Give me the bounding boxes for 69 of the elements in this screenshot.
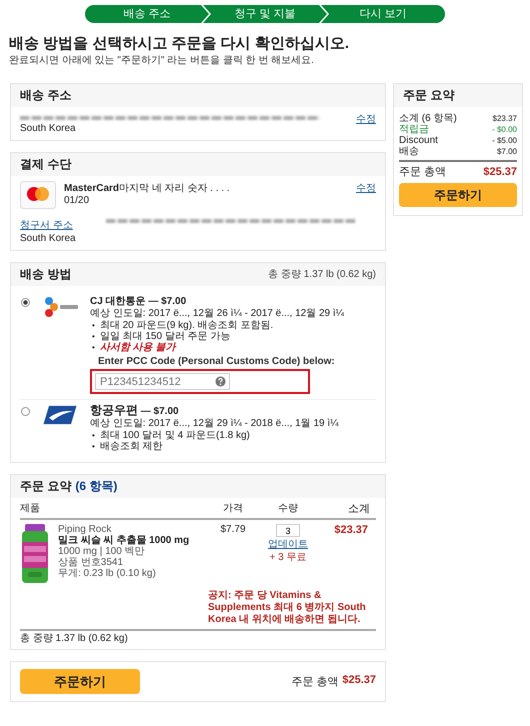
card-description: MasterCard마지막 네 자리 숫자 . . . . <box>64 183 230 195</box>
column-header: 가격 <box>222 503 244 515</box>
edit-link[interactable]: 수정 <box>356 112 376 126</box>
product-detail: 무게: 0.23 lb (0.10 kg) <box>58 568 157 579</box>
summary-value: - $5.00 <box>492 135 517 146</box>
free-items: + 3 무료 <box>270 552 306 563</box>
address-country: South Korea <box>20 123 77 135</box>
shipping-note: 배송조회 제한 <box>100 441 163 452</box>
page-subheading: 완료되시면 아래에 있는 "주문하기" 라는 버튼을 클릭 한 번 해보세요. <box>9 55 315 67</box>
total-weight: 총 중량 1.37 lb (0.62 kg) <box>20 632 129 644</box>
column-header: 수량 <box>277 503 299 515</box>
bullet: • <box>92 320 95 331</box>
page-heading: 배송 방법을 선택하시고 주문을 다시 확인하십시오. <box>9 35 350 53</box>
delivery-estimate: 예상 인도일: 2017 ë..., 12월 26 ì¼ - 2017 ë..., 12월 29 ì¼ <box>90 308 346 319</box>
panel-title: 배송 방법 <box>20 267 72 282</box>
progress-step: 청구 및 지불 <box>203 5 327 23</box>
summary-value: - $0.00 <box>492 124 517 135</box>
place-order-button[interactable]: 주문하기 <box>20 669 140 694</box>
carrier-name: CJ 대한통운 — $7.00 <box>90 295 188 308</box>
total-weight: 총 중량 1.37 lb (0.62 kg) <box>268 268 376 282</box>
shipping-note: 사서함 사용 불가 <box>100 342 176 353</box>
summary-value: $7.00 <box>496 146 517 157</box>
card-expiry: 01/20 <box>64 195 90 207</box>
progress-step: 다시 보기 <box>321 5 445 23</box>
shipping-note: 최대 100 달러 및 4 파운드(1.8 kg) <box>100 430 250 441</box>
radio-button[interactable] <box>21 407 30 416</box>
shipping-note: 일일 최대 150 달러 주문 가능 <box>100 331 230 342</box>
quantity-field[interactable]: 3 <box>276 524 300 537</box>
summary-label: 배송 <box>399 146 419 157</box>
billing-address-link[interactable]: 청구서 주소 <box>20 220 73 231</box>
pcc-input-field[interactable]: P123451234512 <box>95 373 230 390</box>
line-subtotal: $23.37 <box>333 524 369 536</box>
order-total: $25.37 <box>483 165 517 179</box>
card-logo-icon <box>20 181 56 209</box>
edit-link[interactable]: 수정 <box>356 181 376 195</box>
carrier-name: 항공우편 — $7.00 <box>90 404 180 418</box>
panel-title: 주문 요약 <box>20 479 72 493</box>
place-order-button[interactable]: 주문하기 <box>399 183 517 207</box>
panel-title: 결제 수단 <box>11 153 385 176</box>
help-icon[interactable] <box>215 376 226 387</box>
bullet: • <box>92 430 95 441</box>
pcc-label: Enter PCC Code (Personal Customs Code) below: <box>98 356 336 368</box>
radio-button[interactable] <box>21 298 30 307</box>
shipping-note: 최대 20 파운드(9 kg). 배송조회 포함됨. <box>100 320 274 331</box>
panel-title: 배송 주소 <box>11 84 385 107</box>
order-total-label: 주문 총액 <box>291 675 338 689</box>
product-name: 밀크 씨슬 씨 추출물 1000 mg <box>58 535 190 546</box>
shipping-notice: 공지: 주문 당 Vitamins & Supplements 최대 6 병까지 South Korea 내 위치에 배송하면 됩니다. <box>208 590 367 626</box>
column-header: 소계 <box>347 503 371 515</box>
delivery-estimate: 예상 인도일: 2017 ë..., 12월 29 ì¼ - 2018 ë..., 1월 19 ì¼ <box>90 418 340 429</box>
summary-value: $23.37 <box>492 113 517 124</box>
item-count: (6 항목) <box>75 479 118 493</box>
unit-price: $7.79 <box>219 524 247 535</box>
summary-label: 적립금 <box>399 124 429 135</box>
panel-title: 주문 요약 <box>394 84 522 107</box>
update-link[interactable]: 업데이트 <box>268 539 308 550</box>
order-total: $25.37 <box>342 674 376 688</box>
product-brand: Piping Rock <box>58 524 112 535</box>
bullet: • <box>92 441 95 452</box>
order-total-label: 주문 총액 <box>399 165 446 179</box>
product-detail: 1000 mg | 100 벡만 <box>58 546 146 557</box>
product-detail: 상품 번호3541 <box>58 557 124 568</box>
bullet: • <box>92 331 95 342</box>
progress-step: 배송 주소 <box>85 5 209 23</box>
billing-country: South Korea <box>20 233 76 245</box>
summary-label: 소계 (6 항목) <box>399 113 457 124</box>
bullet: • <box>92 342 95 353</box>
summary-label: Discount <box>399 135 438 146</box>
column-header: 제품 <box>20 503 41 515</box>
